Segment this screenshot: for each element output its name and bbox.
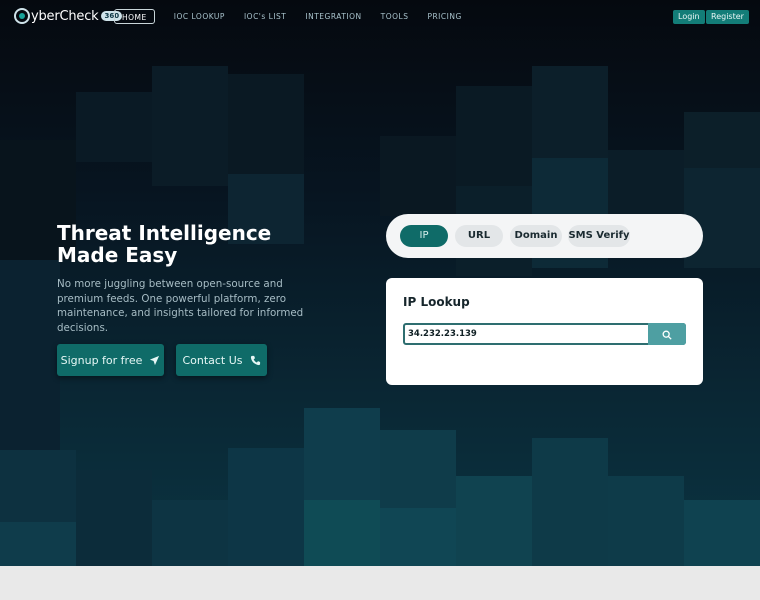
lookup-type-tabs: IP URL Domain SMS Verify bbox=[386, 214, 703, 258]
signup-button[interactable]: Signup for free bbox=[57, 344, 164, 376]
background-tile bbox=[684, 168, 760, 268]
background-tile bbox=[532, 438, 608, 566]
lookup-card-title: IP Lookup bbox=[403, 295, 470, 309]
logo[interactable]: yberCheck 360 bbox=[14, 6, 123, 26]
signup-label: Signup for free bbox=[60, 353, 143, 367]
hero-section: yberCheck 360 HOME IOC LOOKUP IOC's LIST… bbox=[0, 0, 760, 566]
contact-label: Contact Us bbox=[182, 353, 243, 367]
nav-link-tools[interactable]: TOOLS bbox=[381, 9, 409, 24]
register-button[interactable]: Register bbox=[706, 10, 749, 24]
lookup-card: IP Lookup bbox=[386, 278, 703, 385]
nav-link-pricing[interactable]: PRICING bbox=[427, 9, 461, 24]
headline-line-1: Threat Intelligence bbox=[57, 221, 272, 245]
search-box bbox=[403, 323, 686, 345]
background-tile bbox=[304, 500, 380, 566]
top-navigation: yberCheck 360 HOME IOC LOOKUP IOC's LIST… bbox=[0, 0, 760, 34]
hero-headline: Threat Intelligence Made Easy bbox=[57, 222, 357, 266]
headline-line-2: Made Easy bbox=[57, 243, 178, 267]
tab-sms-verify[interactable]: SMS Verify bbox=[568, 225, 630, 247]
login-button[interactable]: Login bbox=[673, 10, 705, 24]
search-icon bbox=[662, 325, 672, 344]
tab-ip[interactable]: IP bbox=[400, 225, 448, 247]
logo-c-icon bbox=[14, 8, 30, 24]
logo-text: yberCheck bbox=[31, 8, 99, 24]
background-tile bbox=[684, 112, 760, 168]
background-tile bbox=[0, 260, 60, 450]
background-tile bbox=[456, 86, 532, 186]
background-tile bbox=[532, 66, 608, 158]
nav-link-home[interactable]: HOME bbox=[114, 9, 155, 24]
background-tile bbox=[152, 500, 228, 566]
background-tile bbox=[456, 476, 532, 566]
background-tile bbox=[684, 500, 760, 566]
background-tile bbox=[380, 508, 456, 566]
hero-subcopy: No more juggling between open-source and… bbox=[57, 278, 304, 334]
background-tile bbox=[608, 476, 684, 566]
background-tile bbox=[0, 522, 76, 566]
background-tile bbox=[152, 66, 228, 186]
background-tile bbox=[228, 448, 304, 566]
paper-plane-icon bbox=[149, 355, 160, 366]
nav-link-iocs-list[interactable]: IOC's LIST bbox=[244, 9, 286, 24]
phone-icon bbox=[250, 355, 261, 366]
contact-button[interactable]: Contact Us bbox=[176, 344, 267, 376]
tab-domain[interactable]: Domain bbox=[510, 225, 562, 247]
background-tile bbox=[380, 136, 456, 216]
tab-url[interactable]: URL bbox=[455, 225, 503, 247]
nav-links: HOME IOC LOOKUP IOC's LIST INTEGRATION T… bbox=[114, 9, 481, 24]
nav-link-ioc-lookup[interactable]: IOC LOOKUP bbox=[174, 9, 225, 24]
footer-band bbox=[0, 566, 760, 600]
background-tile bbox=[76, 92, 152, 162]
background-tile bbox=[76, 470, 152, 566]
ip-search-input[interactable] bbox=[408, 325, 648, 343]
background-tile bbox=[228, 74, 304, 174]
search-button[interactable] bbox=[648, 323, 686, 345]
nav-link-integration[interactable]: INTEGRATION bbox=[305, 9, 361, 24]
